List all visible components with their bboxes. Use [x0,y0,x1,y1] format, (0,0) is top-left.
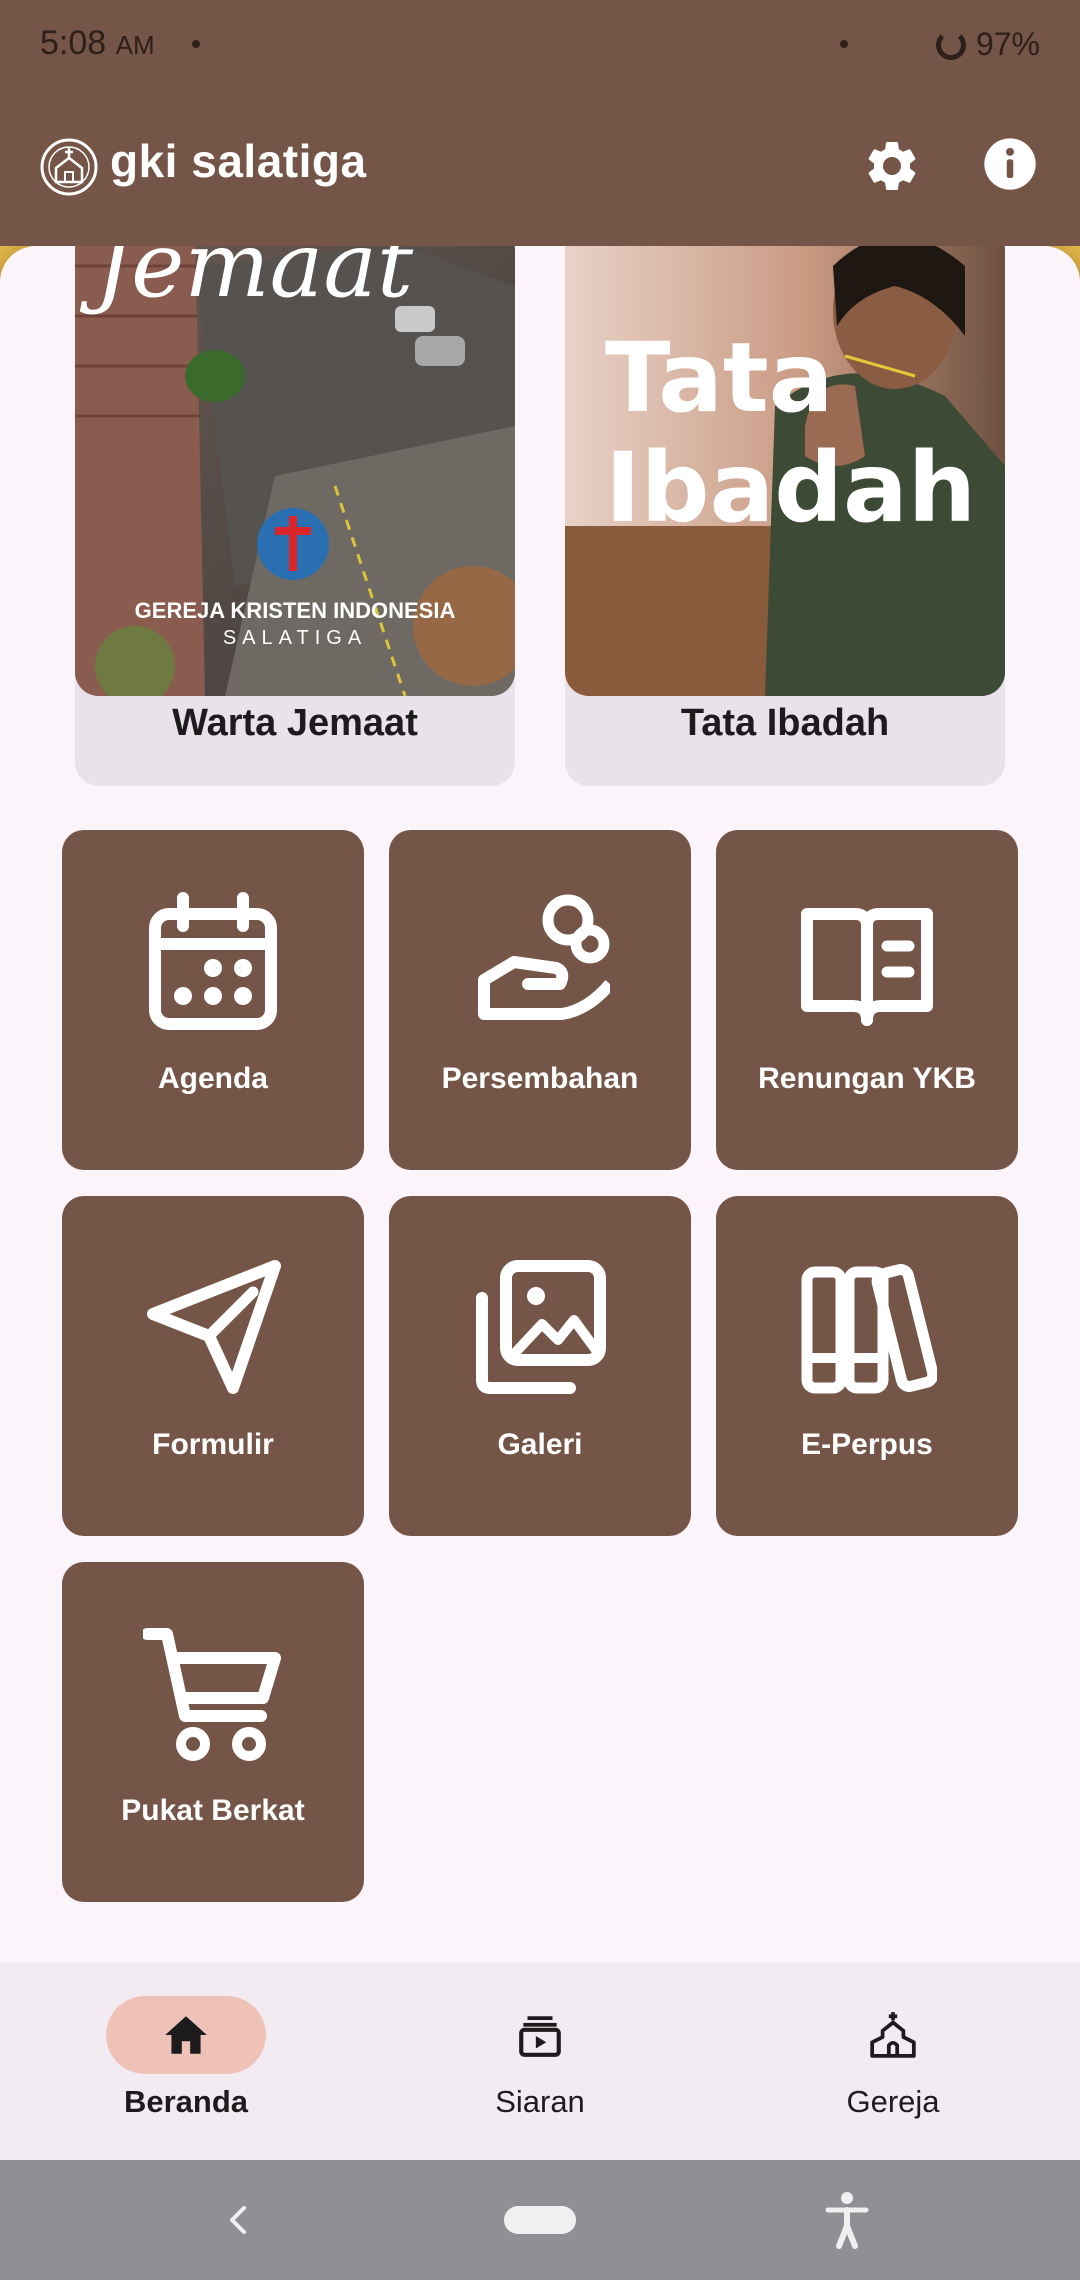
tile-label: Pukat Berkat [121,1794,305,1827]
menu-tile-pukat-berkat[interactable]: Pukat Berkat [62,1562,364,1902]
info-icon[interactable] [982,136,1038,192]
app-title: gki salatiga [110,135,367,187]
notification-dot-icon [192,40,200,48]
warta-image-church-name: GEREJA KRISTEN INDONESIA [135,598,456,623]
battery-icon [935,29,966,60]
status-ampm: AM [115,30,155,60]
menu-tile-renungan-ykb[interactable]: Renungan YKB [716,830,1018,1170]
system-navigation-bar [0,2160,1080,2280]
bottom-navigation: Beranda Siaran Gereja [0,1962,1080,2160]
tata-image-text-1: Tata [605,322,834,434]
tile-label: Agenda [157,1062,268,1095]
status-time: 5:08 AM [40,24,155,63]
nav-label: Beranda [123,2084,249,2119]
menu-tile-e-perpus[interactable]: E-Perpus [716,1196,1018,1536]
offering-hand-icon [478,894,610,1020]
send-icon [147,1260,281,1394]
calendar-icon [149,892,277,1030]
warta-jemaat-image: Jemaat GEREJA KRISTEN INDONESIA SALATIGA [75,246,515,696]
app-bar: gki salatiga [0,92,1080,246]
settings-gear-icon[interactable] [862,136,922,196]
home-icon [165,2016,207,2054]
battery-percent: 97% [975,26,1040,62]
cart-icon [143,1628,281,1761]
gallery-icon [476,1260,606,1394]
nav-item-beranda[interactable]: Beranda [76,1996,296,2136]
open-book-icon [801,908,933,1026]
menu-tile-persembahan[interactable]: Persembahan [389,830,691,1170]
menu-tile-agenda[interactable]: Agenda [62,830,364,1170]
tata-image-text-2: Ibadah [605,432,976,544]
banner-label: Tata Ibadah [680,702,890,744]
church-logo-icon [40,138,98,196]
tile-label: E-Perpus [801,1428,933,1461]
accessibility-icon[interactable] [822,2188,872,2252]
broadcast-icon [519,2016,561,2057]
home-content: Jemaat GEREJA KRISTEN INDONESIA SALATIGA… [0,246,1080,1962]
nav-label: Gereja [846,2084,940,2119]
tile-label: Galeri [497,1428,583,1461]
menu-tile-galeri[interactable]: Galeri [389,1196,691,1536]
tile-label: Renungan YKB [758,1062,976,1095]
tile-label: Persembahan [441,1062,639,1095]
warta-image-script-text: Jemaat [79,246,414,318]
tata-ibadah-image: Tata Ibadah [565,246,1005,696]
status-time-value: 5:08 [40,24,107,62]
nav-item-gereja[interactable]: Gereja [783,1996,1003,2136]
church-icon [870,2012,916,2058]
banner-card-warta-jemaat[interactable]: Jemaat GEREJA KRISTEN INDONESIA SALATIGA… [75,246,515,786]
back-chevron-icon[interactable] [218,2190,258,2250]
books-icon [801,1264,937,1394]
warta-image-city: SALATIGA [223,627,367,649]
menu-tile-formulir[interactable]: Formulir [62,1196,364,1536]
nav-item-siaran[interactable]: Siaran [430,1996,650,2136]
status-bar: 5:08 AM 97% [0,0,1080,92]
banner-card-tata-ibadah[interactable]: Tata Ibadah Tata Ibadah [565,246,1005,786]
tile-label: Formulir [152,1428,274,1461]
home-pill-button[interactable] [504,2206,576,2234]
battery-indicator: 97% [935,26,1040,63]
nav-label: Siaran [495,2084,585,2119]
status-dot-icon [840,40,848,48]
banner-label: Warta Jemaat [172,702,418,744]
